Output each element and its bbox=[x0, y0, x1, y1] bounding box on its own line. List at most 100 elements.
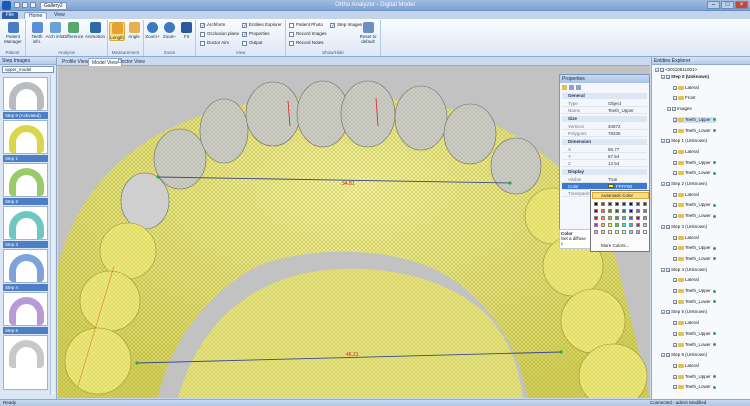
collapse-icon[interactable]: − bbox=[661, 353, 665, 358]
doctor-aim-checkbox[interactable]: Doctor Aim bbox=[200, 39, 229, 47]
tree-entity-node[interactable]: ✓ Lateral bbox=[673, 320, 699, 326]
color-swatch[interactable] bbox=[594, 230, 598, 234]
color-swatch[interactable] bbox=[629, 216, 633, 220]
record-notes-checkbox[interactable]: Record Notes bbox=[289, 39, 324, 47]
tree-checkbox[interactable]: ✓ bbox=[673, 128, 677, 133]
color-swatch[interactable] bbox=[643, 209, 647, 213]
save-icon[interactable] bbox=[14, 2, 20, 8]
tree-entity-node[interactable]: ✓ Teeth_Upper bbox=[673, 202, 716, 208]
section-display[interactable]: Display bbox=[562, 169, 647, 175]
step-label[interactable]: Step 4 bbox=[3, 284, 48, 291]
tree-entity-node[interactable]: ✓ Teeth_Lower bbox=[673, 128, 716, 134]
difference-button[interactable]: Difference bbox=[63, 22, 83, 39]
prop-row-color[interactable]: Color FFFF00 bbox=[562, 183, 647, 190]
color-swatch[interactable] bbox=[636, 202, 640, 206]
prop-row[interactable]: Z 12.54 bbox=[562, 160, 647, 167]
tree-checkbox[interactable]: ✓ bbox=[673, 85, 677, 90]
length-button[interactable]: Length bbox=[109, 22, 125, 41]
more-colors-button[interactable]: More Colors... bbox=[601, 243, 629, 248]
tree-entity-node[interactable]: ✓ Teeth_Lower bbox=[673, 170, 716, 176]
checkbox-box[interactable]: ✓ bbox=[242, 22, 247, 28]
step-images-scrollbar[interactable] bbox=[50, 75, 55, 395]
tree-checkbox[interactable]: ✓ bbox=[666, 182, 670, 187]
property-pages-icon[interactable] bbox=[576, 85, 581, 90]
step-thumbnail[interactable] bbox=[3, 206, 48, 240]
tree-checkbox[interactable]: ✓ bbox=[673, 363, 677, 368]
tree-checkbox[interactable]: ✓ bbox=[673, 192, 677, 197]
color-swatch[interactable] bbox=[615, 202, 619, 206]
color-swatch[interactable] bbox=[601, 202, 605, 206]
tree-entity-node[interactable]: ✓ Lateral bbox=[673, 192, 699, 198]
categorized-icon[interactable] bbox=[562, 85, 567, 90]
color-swatch[interactable] bbox=[629, 202, 633, 206]
color-swatch[interactable] bbox=[622, 230, 626, 234]
color-swatch[interactable] bbox=[622, 209, 626, 213]
prop-row[interactable]: Polygons 78336 bbox=[562, 130, 647, 137]
prop-row[interactable]: Type Object bbox=[562, 100, 647, 107]
checkbox-box[interactable] bbox=[289, 40, 294, 46]
color-swatch[interactable] bbox=[608, 230, 612, 234]
color-swatch[interactable] bbox=[594, 216, 598, 220]
tree-checkbox[interactable]: ✓ bbox=[672, 107, 676, 112]
section-dimension[interactable]: Dimension bbox=[562, 139, 647, 145]
occlusion-plane-checkbox[interactable]: Occlusion plane bbox=[200, 30, 239, 38]
redo-icon[interactable] bbox=[30, 2, 36, 8]
step-thumbnail[interactable] bbox=[3, 249, 48, 283]
tree-checkbox[interactable]: ✓ bbox=[673, 331, 677, 336]
tree-checkbox[interactable]: ✓ bbox=[673, 96, 677, 101]
tree-entity-node[interactable]: ✓ Teeth_Lower bbox=[673, 384, 716, 390]
section-general[interactable]: General bbox=[562, 93, 647, 99]
prop-row[interactable]: Y 67.54 bbox=[562, 153, 647, 160]
checkbox-box[interactable]: ✓ bbox=[330, 22, 335, 28]
checkbox-box[interactable]: ✓ bbox=[200, 22, 205, 28]
color-swatch[interactable] bbox=[643, 216, 647, 220]
reset-default-button[interactable]: Reset to default bbox=[357, 22, 379, 44]
color-swatch[interactable] bbox=[629, 230, 633, 234]
tree-step-node[interactable]: − ✓ Step 0 (Unknown) bbox=[661, 74, 709, 80]
tree-entity-node[interactable]: ✓ Lateral bbox=[673, 149, 699, 155]
tree-entity-node[interactable]: − ✓ Images bbox=[667, 106, 692, 112]
tree-step-node[interactable]: − ✓ Step 4 (Unknown) bbox=[661, 267, 707, 273]
minimize-button[interactable]: – bbox=[707, 1, 720, 9]
tab-profile-view[interactable]: Profile View bbox=[59, 58, 91, 66]
tree-checkbox[interactable]: ✓ bbox=[673, 256, 677, 261]
tree-entity-node[interactable]: ✓ Teeth_Upper bbox=[673, 245, 716, 251]
collapse-icon[interactable]: − bbox=[661, 224, 665, 229]
maximize-button[interactable]: □ bbox=[721, 1, 734, 9]
tree-checkbox[interactable]: ✓ bbox=[673, 289, 677, 294]
fit-button[interactable]: Fit bbox=[178, 22, 195, 39]
tree-step-node[interactable]: − ✓ Step 6 (Unknown) bbox=[661, 352, 707, 358]
prop-row[interactable]: Visible True bbox=[562, 176, 647, 183]
color-swatch[interactable] bbox=[615, 230, 619, 234]
color-swatch[interactable] bbox=[622, 216, 626, 220]
arch-info-button[interactable]: Arch info. bbox=[45, 22, 65, 39]
tree-checkbox[interactable]: ✓ bbox=[673, 214, 677, 219]
color-swatch[interactable] bbox=[636, 230, 640, 234]
color-swatch[interactable] bbox=[643, 230, 647, 234]
tree-checkbox[interactable]: ✓ bbox=[660, 68, 664, 73]
color-swatch[interactable] bbox=[615, 209, 619, 213]
color-swatch[interactable] bbox=[608, 216, 612, 220]
color-swatch[interactable] bbox=[608, 202, 612, 206]
color-swatch[interactable] bbox=[615, 223, 619, 227]
step-thumbnail[interactable] bbox=[3, 77, 48, 111]
tree-checkbox[interactable]: ✓ bbox=[673, 321, 677, 326]
tree-step-node[interactable]: − ✓ Step 1 (Unknown) bbox=[661, 138, 707, 144]
tree-entity-node[interactable]: ✓ Lateral bbox=[673, 235, 699, 241]
tree-entity-node[interactable]: ✓ Teeth_Upper bbox=[673, 288, 716, 294]
close-button[interactable]: × bbox=[735, 1, 748, 9]
tree-entity-node[interactable]: ✓ Lateral bbox=[673, 85, 699, 91]
tree-checkbox[interactable]: ✓ bbox=[666, 353, 670, 358]
color-swatch[interactable] bbox=[608, 209, 612, 213]
color-swatch[interactable] bbox=[601, 216, 605, 220]
document-tab[interactable]: Gallery2 bbox=[40, 2, 67, 10]
tree-checkbox[interactable]: ✓ bbox=[666, 310, 670, 315]
step-label[interactable]: Step 1 bbox=[3, 155, 48, 162]
collapse-icon[interactable]: − bbox=[661, 139, 665, 144]
step-thumbnail[interactable] bbox=[3, 163, 48, 197]
tree-checkbox[interactable]: ✓ bbox=[673, 117, 677, 122]
tree-entity-node[interactable]: ✓ Teeth_Upper bbox=[673, 374, 716, 380]
tree-checkbox[interactable]: ✓ bbox=[673, 160, 677, 165]
tree-entity-node[interactable]: ✓ Teeth_Lower bbox=[673, 342, 716, 348]
color-swatch[interactable] bbox=[636, 209, 640, 213]
